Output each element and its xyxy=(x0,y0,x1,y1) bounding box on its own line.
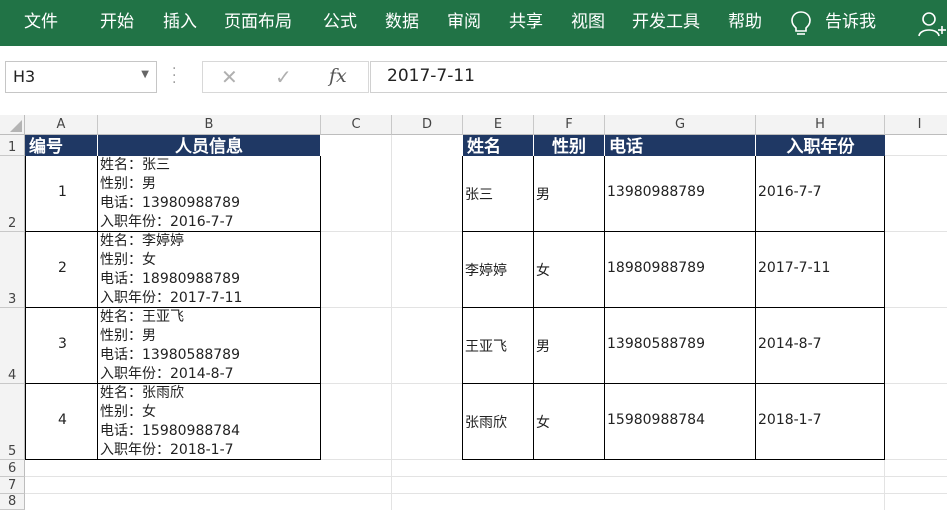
year-cell[interactable]: 2017-7-11 xyxy=(756,232,885,308)
name-cell[interactable]: 李婷婷 xyxy=(463,232,534,308)
gender-cell[interactable]: 女 xyxy=(534,232,605,308)
gridline xyxy=(25,476,947,477)
name-cell[interactable]: 张雨欣 xyxy=(463,384,534,460)
name-box[interactable]: H3 ▼ xyxy=(5,61,157,93)
gridline xyxy=(885,383,947,384)
gridline xyxy=(885,155,947,156)
gender-cell[interactable]: 女 xyxy=(534,384,605,460)
tab-developer[interactable]: 开发工具 xyxy=(632,0,700,46)
phone-cell[interactable]: 13980988789 xyxy=(605,156,756,232)
tab-review[interactable]: 审阅 xyxy=(447,0,481,46)
id-cell[interactable]: 1 xyxy=(25,156,98,232)
formula-value: 2017-7-11 xyxy=(387,66,475,86)
gender-cell[interactable]: 男 xyxy=(534,156,605,232)
formula-buttons: ✕ ✓ fx xyxy=(202,61,369,93)
worksheet-grid[interactable]: A B C D E F G H I 1 2 3 4 5 6 7 8 编号 人员信… xyxy=(0,111,947,510)
info-cell[interactable]: 姓名：李婷婷 性别：女 电话：18980988789 入职年份：2017-7-1… xyxy=(98,232,321,308)
year-cell[interactable]: 2018-1-7 xyxy=(756,384,885,460)
chevron-down-icon[interactable]: ▼ xyxy=(141,69,149,80)
name-cell[interactable]: 张三 xyxy=(463,156,534,232)
header-cell-phone[interactable]: 电话 xyxy=(605,135,756,157)
gridline xyxy=(391,135,392,510)
tab-formulas[interactable]: 公式 xyxy=(323,0,357,46)
row-header-1[interactable]: 1 xyxy=(0,135,25,156)
tab-view[interactable]: 视图 xyxy=(571,0,605,46)
row-header-4[interactable]: 4 xyxy=(0,308,25,384)
ribbon: 文件 开始 插入 页面布局 公式 数据 审阅 共享 视图 开发工具 帮助 告诉我 xyxy=(0,0,947,46)
col-header-c[interactable]: C xyxy=(321,115,392,135)
phone-cell[interactable]: 13980588789 xyxy=(605,308,756,384)
tab-insert[interactable]: 插入 xyxy=(163,0,197,46)
drag-handle-icon[interactable]: · · · xyxy=(172,62,176,90)
row-header-7[interactable]: 7 xyxy=(0,477,25,494)
user-icon[interactable] xyxy=(918,10,946,38)
year-cell[interactable]: 2014-8-7 xyxy=(756,308,885,384)
col-header-e[interactable]: E xyxy=(463,115,534,135)
phone-cell[interactable]: 15980988784 xyxy=(605,384,756,460)
id-cell[interactable]: 4 xyxy=(25,384,98,460)
gridline xyxy=(321,307,463,308)
tell-me-box[interactable]: 告诉我 xyxy=(825,0,876,46)
tab-share[interactable]: 共享 xyxy=(509,0,543,46)
row-header-5[interactable]: 5 xyxy=(0,384,25,460)
name-box-value: H3 xyxy=(13,67,36,86)
col-header-b[interactable]: B xyxy=(98,115,321,135)
cancel-icon[interactable]: ✕ xyxy=(221,65,238,89)
tab-data[interactable]: 数据 xyxy=(385,0,419,46)
header-cell-year[interactable]: 入职年份 xyxy=(756,135,885,157)
confirm-icon[interactable]: ✓ xyxy=(275,65,292,89)
row-header-8[interactable]: 8 xyxy=(0,494,25,510)
lightbulb-icon[interactable] xyxy=(790,10,812,38)
header-cell-name[interactable]: 姓名 xyxy=(463,135,534,157)
formula-input[interactable]: 2017-7-11 xyxy=(370,61,947,93)
tab-home[interactable]: 开始 xyxy=(100,0,134,46)
row-header-2[interactable]: 2 xyxy=(0,156,25,232)
id-cell[interactable]: 3 xyxy=(25,308,98,384)
info-cell[interactable]: 姓名：张三 性别：男 电话：13980988789 入职年份：2016-7-7 xyxy=(98,156,321,232)
col-header-f[interactable]: F xyxy=(534,115,605,135)
info-cell[interactable]: 姓名：王亚飞 性别：男 电话：13980588789 入职年份：2014-8-7 xyxy=(98,308,321,384)
id-cell[interactable]: 2 xyxy=(25,232,98,308)
tab-help[interactable]: 帮助 xyxy=(728,0,762,46)
gridline xyxy=(885,307,947,308)
col-header-h[interactable]: H xyxy=(756,115,885,135)
gridline xyxy=(885,231,947,232)
tab-page-layout[interactable]: 页面布局 xyxy=(224,0,292,46)
gridline xyxy=(321,459,463,460)
corner-triangle-icon xyxy=(10,120,22,132)
col-header-g[interactable]: G xyxy=(605,115,756,135)
info-cell[interactable]: 姓名：张雨欣 性别：女 电话：15980988784 入职年份：2018-1-7 xyxy=(98,384,321,460)
row-header-3[interactable]: 3 xyxy=(0,232,25,308)
gridline xyxy=(25,493,947,494)
select-all-corner[interactable] xyxy=(0,115,25,135)
formula-bar: H3 ▼ · · · ✕ ✓ fx 2017-7-11 xyxy=(0,46,947,111)
gridline xyxy=(885,459,947,460)
header-cell-gender[interactable]: 性别 xyxy=(534,135,605,157)
gridline xyxy=(321,231,463,232)
gridline xyxy=(321,383,463,384)
col-header-i[interactable]: I xyxy=(885,115,947,135)
header-cell-id[interactable]: 编号 xyxy=(25,135,98,157)
header-cell-info[interactable]: 人员信息 xyxy=(98,135,321,157)
tab-file[interactable]: 文件 xyxy=(24,0,58,46)
gender-cell[interactable]: 男 xyxy=(534,308,605,384)
insert-function-button[interactable]: fx xyxy=(329,65,347,87)
row-header-6[interactable]: 6 xyxy=(0,460,25,477)
year-cell[interactable]: 2016-7-7 xyxy=(756,156,885,232)
col-header-a[interactable]: A xyxy=(25,115,98,135)
name-cell[interactable]: 王亚飞 xyxy=(463,308,534,384)
phone-cell[interactable]: 18980988789 xyxy=(605,232,756,308)
col-header-d[interactable]: D xyxy=(392,115,463,135)
